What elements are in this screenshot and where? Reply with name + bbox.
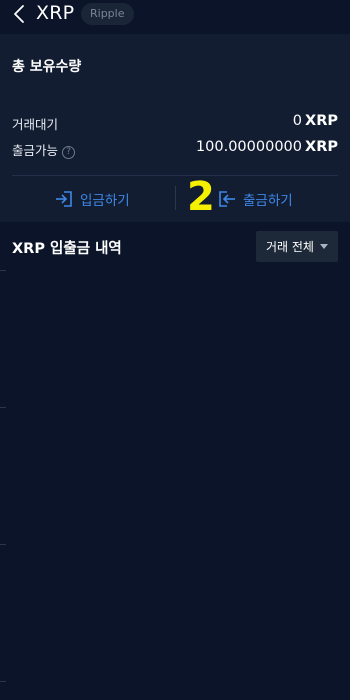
divider xyxy=(12,175,338,176)
withdraw-icon xyxy=(219,191,235,207)
withdraw-label: 출금하기 xyxy=(243,193,293,209)
back-button[interactable] xyxy=(8,2,30,26)
withdrawable-label-row: 출금가능? xyxy=(12,140,76,159)
pending-value: 0 XRP xyxy=(293,113,338,129)
holdings-title: 총 보유수량 xyxy=(12,59,82,75)
history-filter-value: 거래 전체 xyxy=(266,240,314,254)
scroll-tick xyxy=(0,407,6,408)
coin-name-badge: Ripple xyxy=(81,3,134,25)
wallet-detail-page: XRP Ripple 총 보유수량 거래대기 0 XRP 출금가능? 100.00… xyxy=(0,0,350,700)
chevron-left-icon xyxy=(14,5,24,23)
deposit-icon xyxy=(56,191,72,207)
button-separator xyxy=(175,186,176,210)
withdrawable-amount: 100.00000000 xyxy=(195,139,303,155)
withdrawable-label: 출금가능 xyxy=(12,143,59,158)
header-bar: XRP Ripple xyxy=(0,0,350,34)
holdings-card: 총 보유수량 거래대기 0 XRP 출금가능? 100.00000000 XRP 입… xyxy=(0,34,350,222)
deposit-label: 입금하기 xyxy=(80,193,130,209)
deposit-button[interactable]: 입금하기 xyxy=(54,184,130,214)
help-icon[interactable]: ? xyxy=(62,146,76,159)
scroll-tick xyxy=(0,544,6,545)
history-title: XRP 입출금 내역 xyxy=(12,241,122,257)
withdrawable-unit: XRP xyxy=(305,139,338,155)
annotation-number: 2 xyxy=(187,174,215,220)
history-filter-select[interactable]: 거래 전체 xyxy=(256,231,338,262)
history-list[interactable] xyxy=(0,270,350,700)
caret-down-icon xyxy=(320,244,328,249)
withdraw-button[interactable]: 출금하기 xyxy=(217,184,293,214)
withdrawable-value: 100.00000000 XRP xyxy=(196,139,338,155)
scroll-tick xyxy=(0,681,6,682)
scroll-tick xyxy=(0,270,6,271)
page-title: XRP xyxy=(36,2,75,24)
pending-amount: 0 xyxy=(292,113,303,129)
pending-label: 거래대기 xyxy=(12,117,59,132)
pending-unit: XRP xyxy=(305,113,338,129)
